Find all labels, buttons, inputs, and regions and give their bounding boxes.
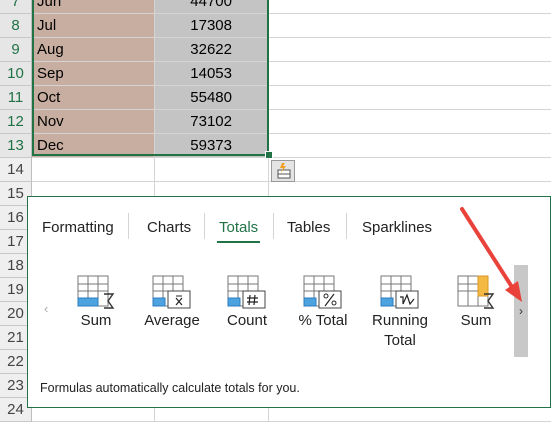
annotation-arrow (460, 207, 522, 302)
